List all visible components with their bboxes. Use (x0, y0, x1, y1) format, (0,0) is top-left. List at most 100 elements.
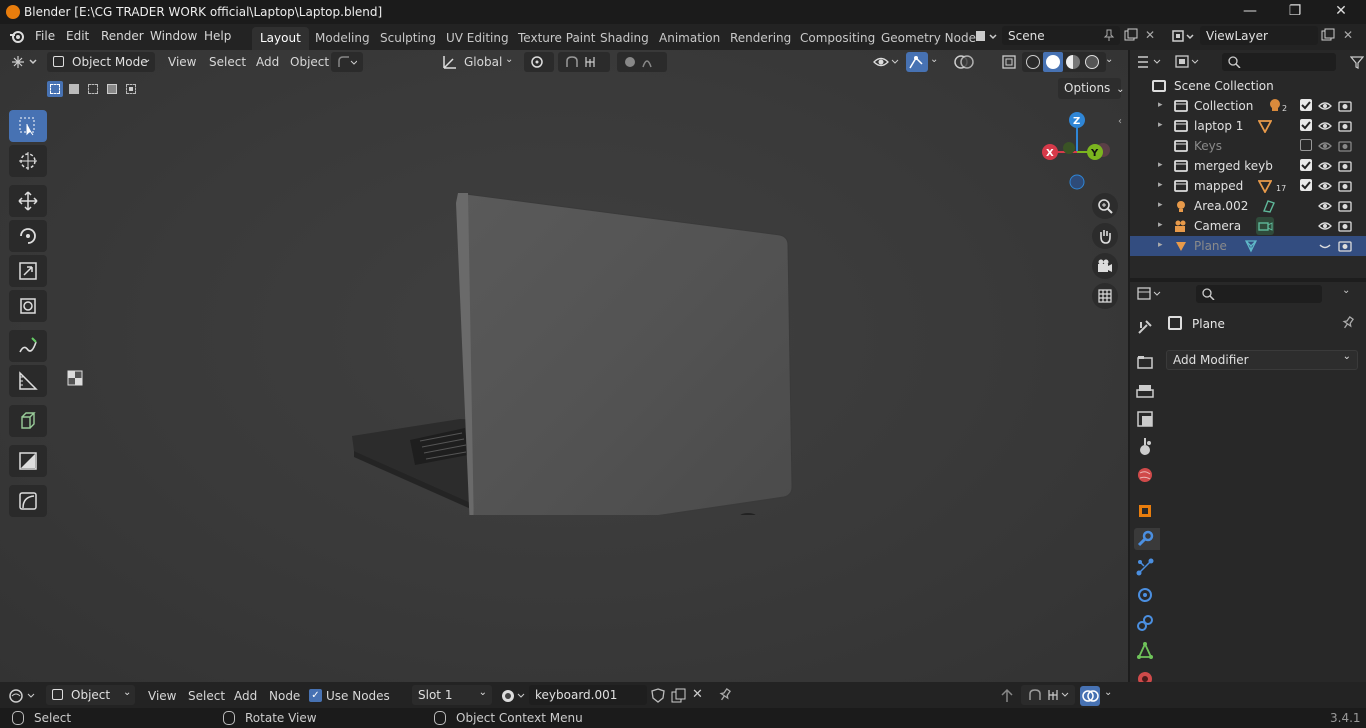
outliner-item[interactable]: ▸ merged keyb (1130, 156, 1366, 176)
properties-search-input[interactable] (1196, 285, 1322, 303)
measure-tool[interactable] (9, 365, 47, 397)
output-properties-tab[interactable] (1134, 380, 1156, 402)
tab-geometry-nodes[interactable]: Geometry Node (873, 27, 984, 50)
expand-arrow-icon[interactable]: ▸ (1158, 100, 1163, 110)
filter-icon[interactable] (1349, 55, 1365, 69)
options-dropdown[interactable]: Options ⌄ (1058, 78, 1125, 99)
physics-properties-tab[interactable] (1134, 584, 1156, 606)
unlink-material-icon[interactable]: ✕ (692, 687, 706, 703)
close-button[interactable]: ✕ (1331, 3, 1351, 21)
duplicate-material-icon[interactable] (671, 688, 687, 704)
eye-icon[interactable] (1318, 99, 1332, 113)
shrink-fatten-tool[interactable] (9, 485, 47, 517)
eye-icon[interactable] (1318, 179, 1332, 193)
viewlayer-selector-icon[interactable] (1170, 27, 1196, 45)
outliner-editor-type-icon[interactable] (1136, 53, 1166, 71)
checker-icon[interactable] (66, 369, 84, 387)
render-properties-tab[interactable] (1134, 352, 1156, 374)
viewport-menu-add[interactable]: Add (256, 55, 279, 69)
properties-editor-type-icon[interactable] (1136, 285, 1166, 303)
slot-dropdown[interactable]: Slot 1 ⌄ (412, 685, 492, 705)
material-browse-icon[interactable] (500, 687, 528, 705)
modifier-properties-tab[interactable] (1134, 528, 1160, 550)
camera-render-icon[interactable] (1338, 219, 1352, 233)
outliner-item[interactable]: ▸ Camera (1130, 216, 1366, 236)
outliner-item[interactable]: ▸ Area.002 (1130, 196, 1366, 216)
camera-render-icon[interactable] (1338, 159, 1352, 173)
pan-hand-icon[interactable] (1092, 223, 1118, 249)
outliner-item[interactable]: Keys (1130, 136, 1366, 156)
data-properties-tab[interactable] (1134, 640, 1156, 662)
shader-editor-type-icon[interactable] (8, 687, 40, 705)
maximize-button[interactable]: ❐ (1285, 3, 1305, 21)
menu-help[interactable]: Help (204, 29, 231, 43)
outliner-item[interactable]: ▸ mapped 17 (1130, 176, 1366, 196)
area-light-data-icon[interactable] (1262, 199, 1276, 213)
exclude-checkbox[interactable] (1300, 99, 1312, 111)
select-box-tool[interactable] (9, 110, 47, 142)
exclude-checkbox[interactable] (1300, 119, 1312, 131)
particles-properties-tab[interactable] (1134, 556, 1156, 578)
menu-edit[interactable]: Edit (66, 29, 89, 43)
camera-data-icon[interactable] (1256, 217, 1274, 235)
armature-icon[interactable] (1268, 98, 1282, 112)
wireframe-shading-icon[interactable] (1026, 55, 1040, 69)
add-modifier-dropdown[interactable]: Add Modifier ⌄ (1166, 350, 1358, 370)
select-subtract-icon[interactable] (85, 81, 101, 97)
scene-selector-icon[interactable] (973, 27, 999, 45)
gizmo-toggle-icon[interactable] (906, 52, 928, 72)
menu-file[interactable]: File (35, 29, 55, 43)
camera-render-icon[interactable] (1338, 239, 1352, 253)
parent-node-tree-icon[interactable] (998, 687, 1016, 705)
object-pin-dropdown[interactable] (331, 52, 363, 72)
eye-icon[interactable] (1318, 119, 1332, 133)
hidden-eye-icon[interactable] (1318, 239, 1332, 253)
annotate-tool[interactable] (9, 330, 47, 362)
shader-menu-add[interactable]: Add (234, 689, 257, 703)
exclude-checkbox[interactable] (1300, 159, 1312, 171)
material-name-field[interactable]: keyboard.001 (529, 685, 647, 705)
new-viewlayer-icon[interactable] (1321, 28, 1335, 42)
rotate-tool[interactable] (9, 220, 47, 252)
chevron-down-icon[interactable]: ⌄ (930, 54, 938, 65)
fake-user-shield-icon[interactable] (651, 688, 665, 704)
shader-type-dropdown[interactable]: Object ⌄ (46, 685, 135, 705)
pivot-point-dropdown[interactable] (524, 52, 554, 72)
xray-toggle-icon[interactable] (999, 52, 1019, 72)
delete-scene-icon[interactable]: ✕ (1145, 28, 1157, 42)
move-tool[interactable] (9, 185, 47, 217)
scene-properties-tab[interactable] (1134, 436, 1156, 458)
tool-properties-tab[interactable] (1134, 316, 1156, 338)
overlays-toggle-icon[interactable] (953, 52, 975, 72)
cursor-tool[interactable] (9, 145, 47, 177)
mesh-data-icon[interactable] (1244, 239, 1258, 253)
proportional-editing-toggle[interactable] (617, 52, 667, 72)
expand-arrow-icon[interactable]: ▸ (1158, 160, 1163, 170)
shader-menu-view[interactable]: View (148, 689, 176, 703)
navigation-gizmo[interactable]: Z X Y (1036, 108, 1120, 198)
object-properties-tab[interactable] (1134, 500, 1156, 522)
display-mode-icon[interactable] (1174, 53, 1204, 71)
camera-render-icon[interactable] (1338, 179, 1352, 193)
editor-type-icon[interactable] (10, 53, 40, 71)
view-layer-properties-tab[interactable] (1134, 408, 1156, 430)
material-preview-icon[interactable] (1066, 55, 1080, 69)
exclude-checkbox[interactable] (1300, 179, 1312, 191)
viewlayer-name-field[interactable]: ViewLayer (1200, 26, 1318, 45)
outliner-item[interactable]: ▸ Collection 2 (1130, 96, 1366, 116)
tab-modeling[interactable]: Modeling (307, 27, 378, 50)
shear-tool[interactable] (9, 445, 47, 477)
minimize-button[interactable]: — (1240, 3, 1260, 21)
tab-animation[interactable]: Animation (651, 27, 728, 50)
expand-arrow-icon[interactable]: ▸ (1158, 200, 1163, 210)
camera-render-icon[interactable] (1338, 119, 1352, 133)
outliner-search-input[interactable] (1222, 53, 1336, 71)
ortho-grid-icon[interactable] (1092, 283, 1118, 309)
pin-icon[interactable] (1340, 315, 1356, 331)
camera-render-icon[interactable] (1338, 199, 1352, 213)
camera-render-icon[interactable] (1338, 99, 1352, 113)
delete-viewlayer-icon[interactable]: ✕ (1343, 28, 1355, 42)
tab-compositing[interactable]: Compositing (792, 27, 883, 50)
tab-texture-paint[interactable]: Texture Paint (510, 27, 603, 50)
expand-arrow-icon[interactable]: ▸ (1158, 220, 1163, 230)
